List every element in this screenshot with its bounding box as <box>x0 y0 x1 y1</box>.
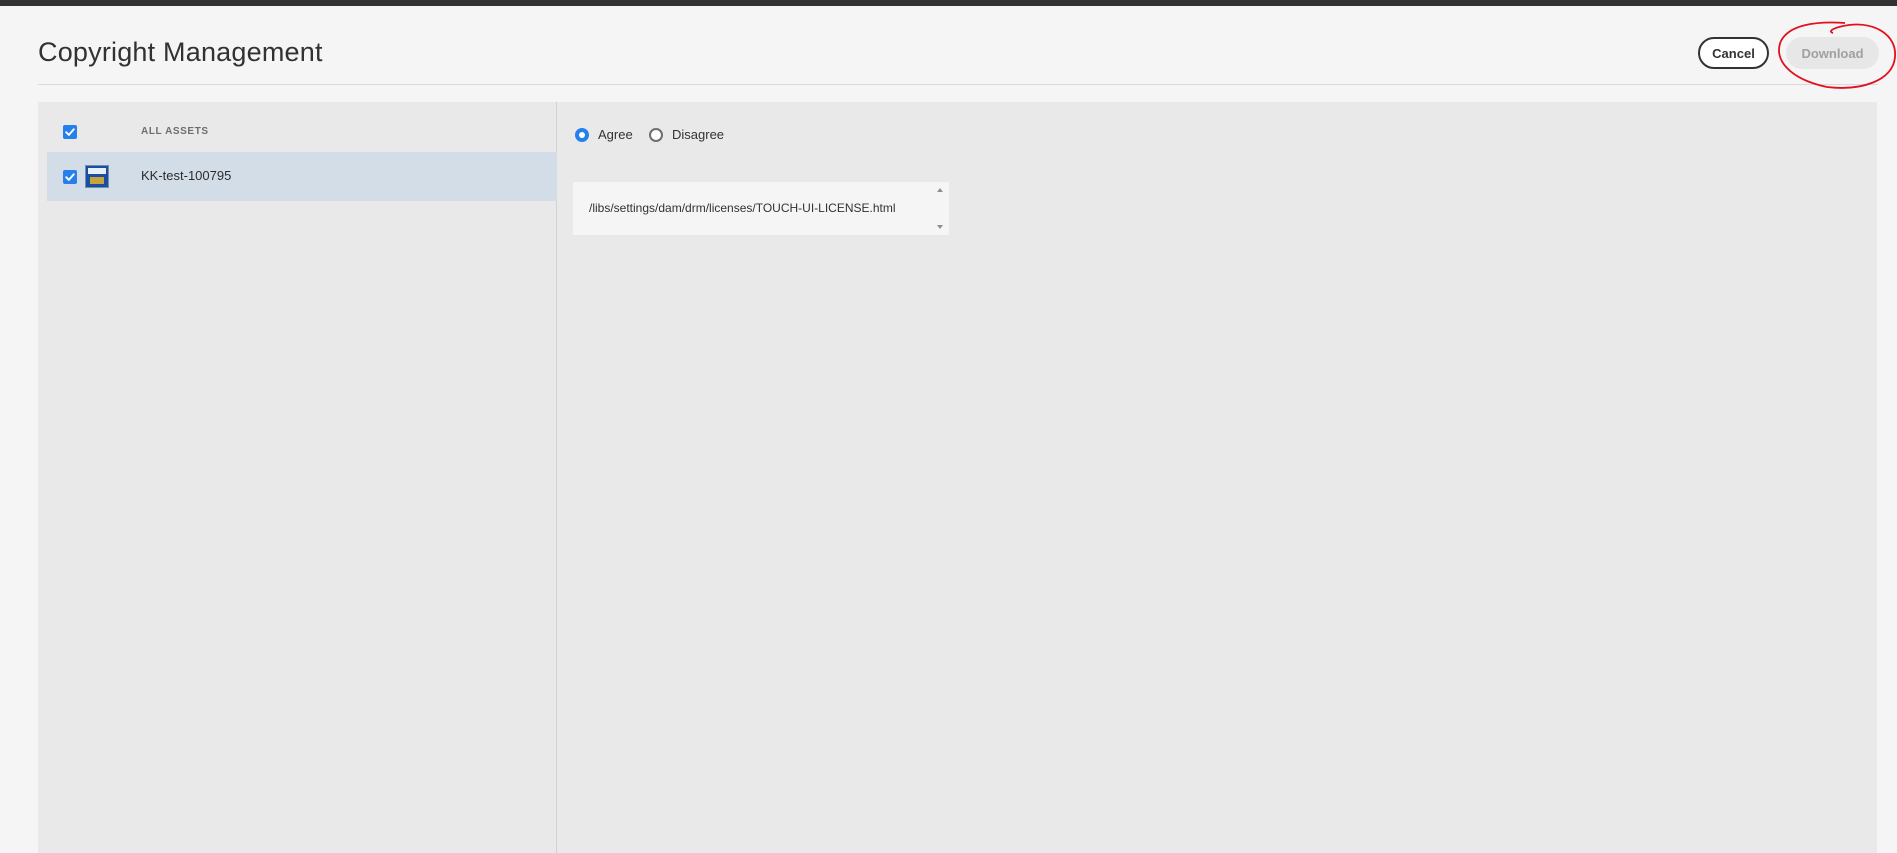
disagree-label: Disagree <box>672 127 725 142</box>
license-frame[interactable]: /libs/settings/dam/drm/licenses/TOUCH-UI… <box>573 182 949 235</box>
page-title: Copyright Management <box>38 37 323 67</box>
checkmark-icon <box>65 128 75 136</box>
cancel-button[interactable]: Cancel <box>1698 37 1769 69</box>
all-assets-label: ALL ASSETS <box>141 126 209 137</box>
scroll-down-icon[interactable] <box>937 225 943 229</box>
select-all-checkbox[interactable] <box>63 125 77 139</box>
image-thumbnail-icon <box>85 165 109 188</box>
license-path-text: /libs/settings/dam/drm/licenses/TOUCH-UI… <box>589 201 896 215</box>
annotation-circle <box>1778 21 1896 89</box>
asset-list-header: ALL ASSETS <box>38 117 557 147</box>
radio-selected-icon[interactable] <box>575 127 589 142</box>
scroll-up-icon[interactable] <box>937 188 943 192</box>
checkmark-icon <box>65 173 75 181</box>
license-panel: Agree Disagree /libs/settings/dam/drm/li… <box>558 102 1877 853</box>
asset-name: KK-test-100795 <box>141 168 232 183</box>
radio-unselected-icon[interactable] <box>649 127 663 142</box>
disagree-radio[interactable]: Disagree <box>649 127 724 142</box>
page-header: Copyright Management Cancel Download <box>38 6 1879 85</box>
asset-checkbox[interactable] <box>63 170 77 184</box>
agree-radio[interactable]: Agree <box>575 127 633 142</box>
main-panel: ALL ASSETS KK-test-100795 Agree Disagree <box>38 102 1877 853</box>
asset-list-panel: ALL ASSETS KK-test-100795 <box>38 102 557 853</box>
asset-row[interactable]: KK-test-100795 <box>47 152 557 201</box>
agree-label: Agree <box>598 127 633 142</box>
